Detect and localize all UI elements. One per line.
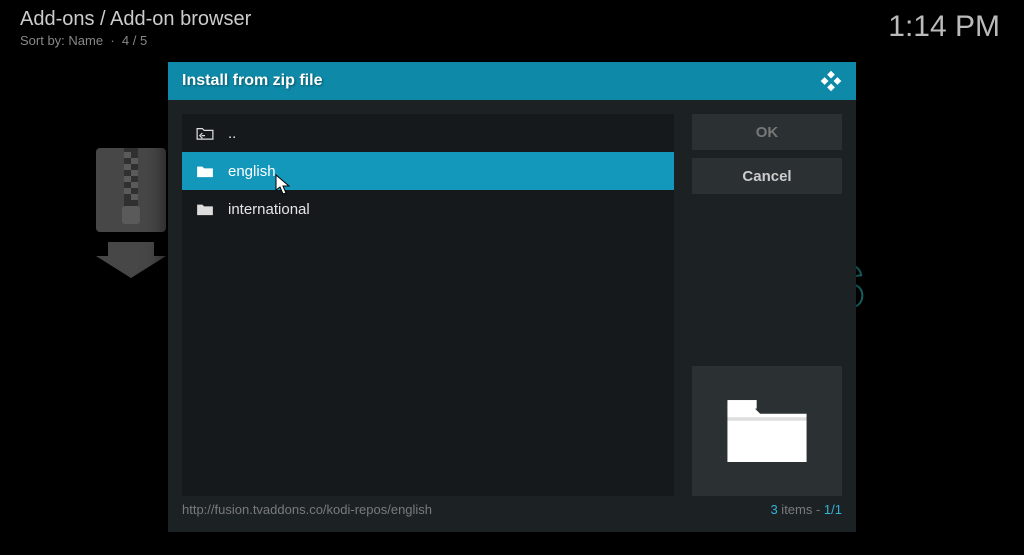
dialog-titlebar: Install from zip file: [168, 62, 856, 100]
file-row-up[interactable]: ..: [182, 114, 674, 152]
breadcrumb: Add-ons / Add-on browser: [20, 8, 251, 31]
dialog-title-text: Install from zip file: [182, 72, 322, 90]
footer-items: 3 items - 1/1: [770, 502, 842, 522]
cancel-button[interactable]: Cancel: [692, 158, 842, 194]
zip-download-icon: [88, 148, 174, 278]
file-row-english[interactable]: english: [182, 152, 674, 190]
file-label: ..: [228, 125, 236, 142]
file-list: .. english international: [182, 114, 674, 496]
dialog-right-panel: OK Cancel: [692, 114, 842, 496]
item-word: items -: [778, 502, 824, 517]
dialog-body: .. english international OK Cancel: [168, 100, 856, 502]
sort-separator: ·: [107, 33, 122, 48]
ok-button[interactable]: OK: [692, 114, 842, 150]
folder-icon: [196, 164, 214, 178]
preview-pane: [692, 366, 842, 496]
footer-path: http://fusion.tvaddons.co/kodi-repos/eng…: [182, 502, 432, 522]
install-zip-dialog: Install from zip file ..: [168, 62, 856, 532]
background-header: Add-ons / Add-on browser Sort by: Name ·…: [20, 8, 251, 48]
item-count: 3: [770, 502, 777, 517]
sort-label: Sort by: Name: [20, 33, 103, 48]
kodi-logo-icon: [820, 70, 842, 92]
file-label: english: [228, 163, 276, 180]
file-label: international: [228, 201, 310, 218]
dialog-footer: http://fusion.tvaddons.co/kodi-repos/eng…: [168, 502, 856, 532]
file-row-international[interactable]: international: [182, 190, 674, 228]
folder-up-icon: [196, 126, 214, 140]
clock: 1:14 PM: [888, 10, 1000, 44]
sort-position: 4 / 5: [122, 33, 147, 48]
folder-icon: [196, 202, 214, 216]
folder-large-icon: [724, 395, 810, 467]
page-indicator: 1/1: [824, 502, 842, 517]
sort-line: Sort by: Name · 4 / 5: [20, 33, 251, 48]
